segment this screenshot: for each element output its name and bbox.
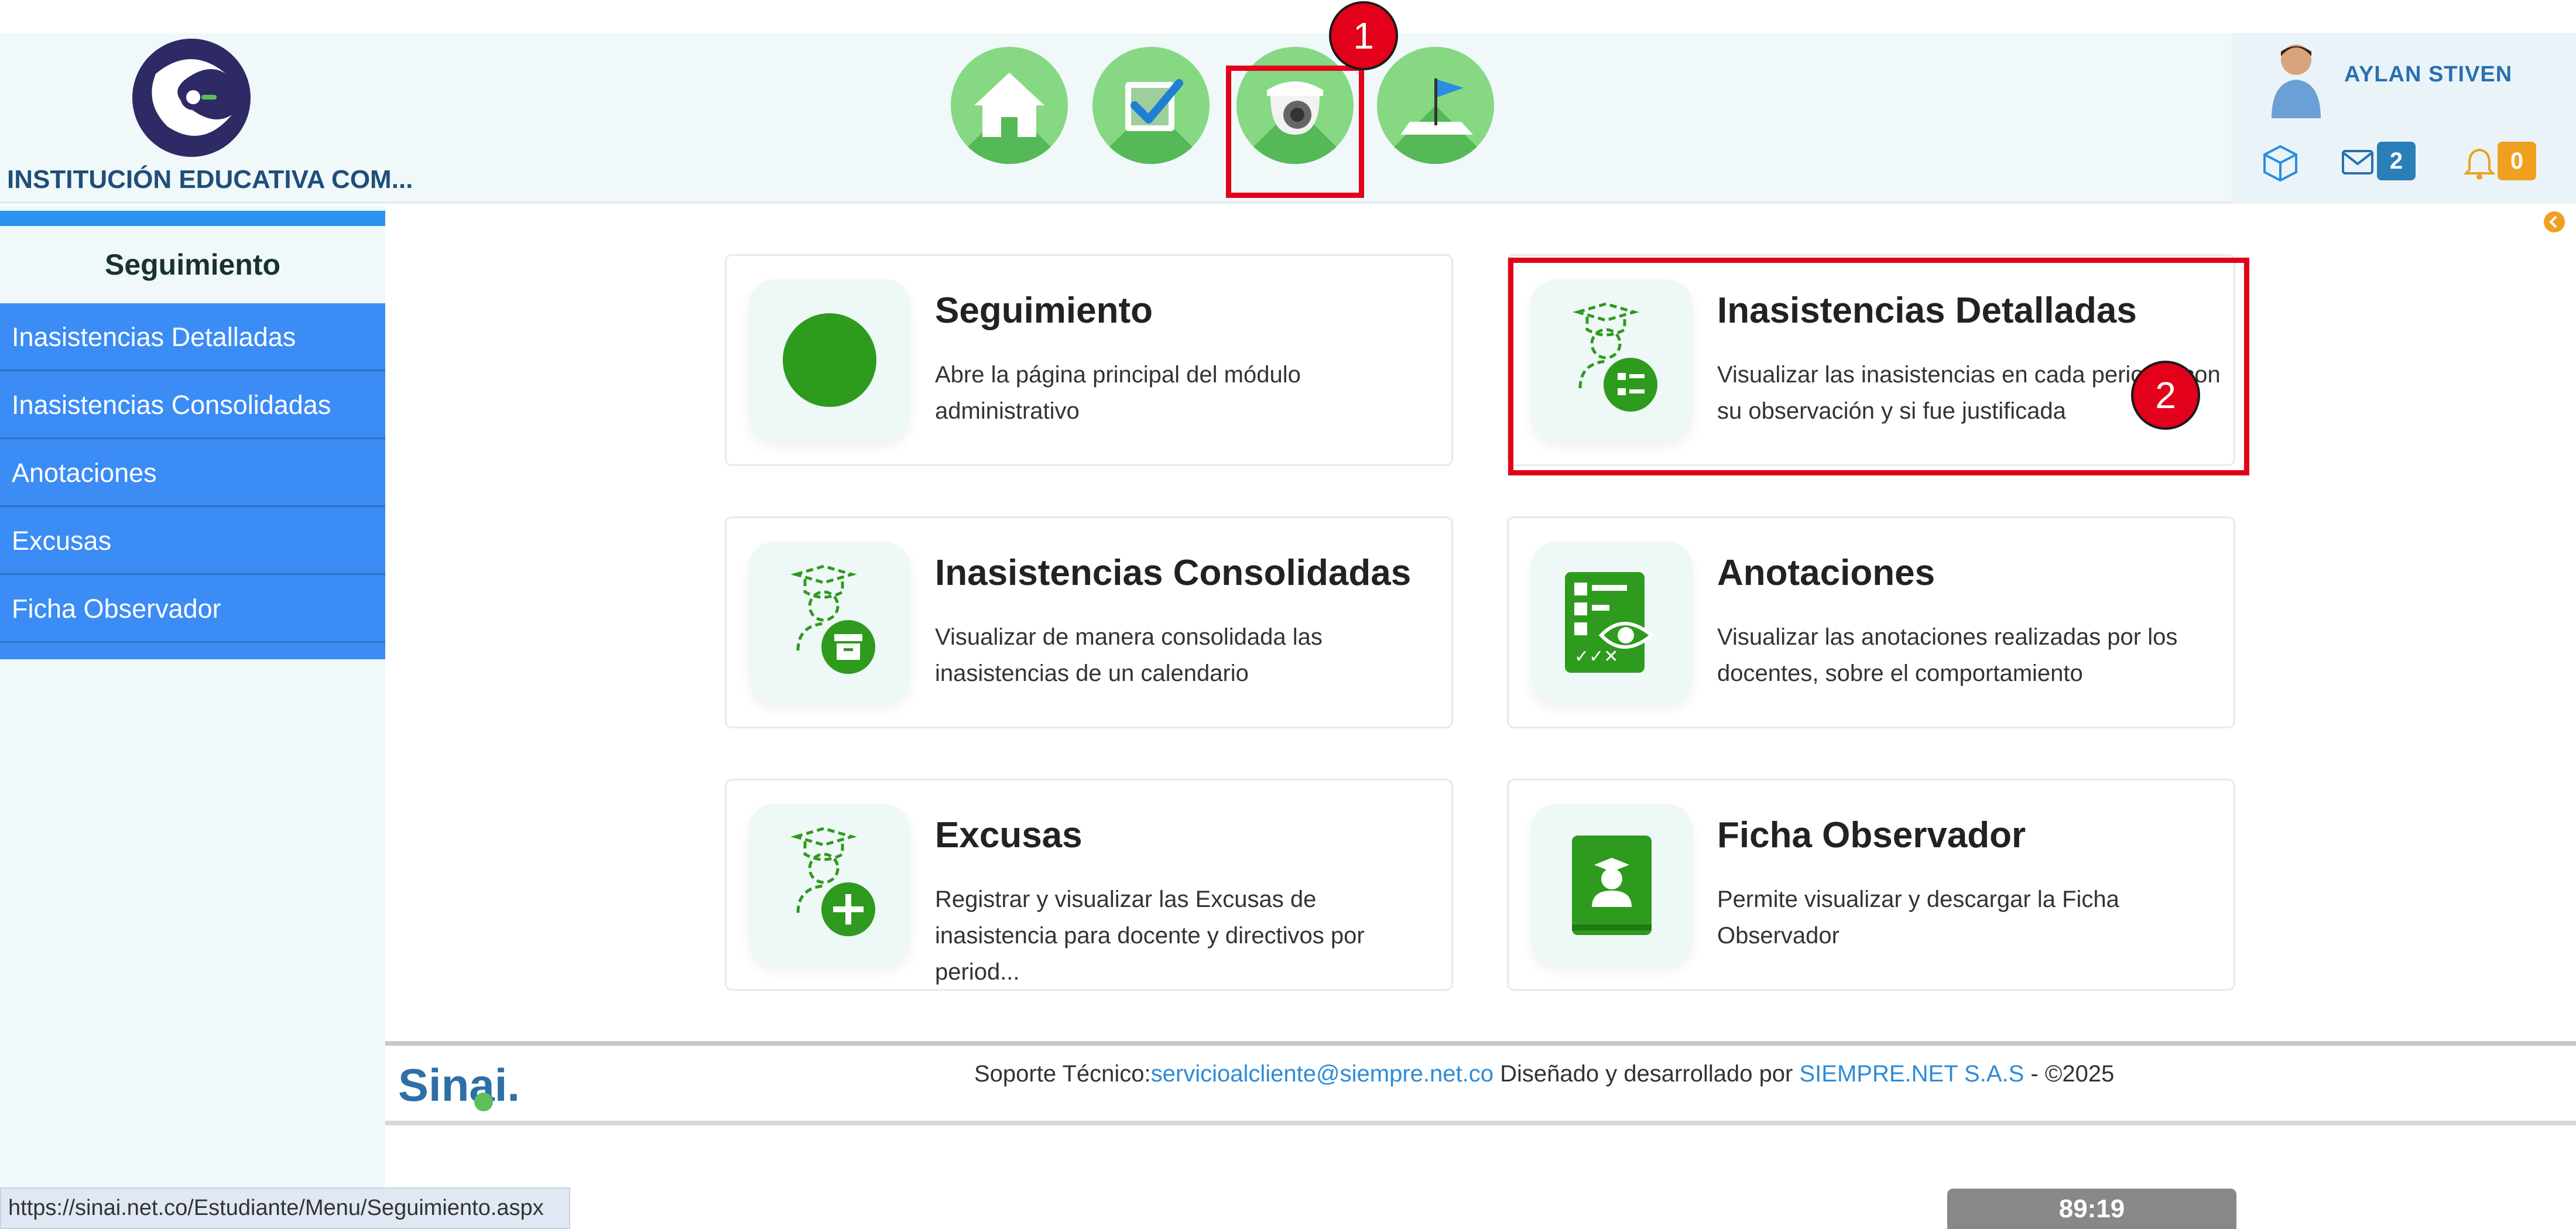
- student-archive-icon: [790, 564, 875, 674]
- status-url: https://sinai.net.co/Estudiante/Menu/Seg…: [0, 1187, 570, 1229]
- avatar[interactable]: [2266, 39, 2327, 118]
- card-anotaciones[interactable]: ✓✓✕ Anotaciones Visualizar las anotacion…: [1507, 516, 2235, 728]
- sidebar-item-anotaciones[interactable]: Anotaciones: [0, 439, 385, 507]
- copyright-text: - ©2025: [2024, 1061, 2115, 1087]
- sidebar-item-inasistencias-detalladas[interactable]: Inasistencias Detalladas: [0, 303, 385, 371]
- card-excusas[interactable]: Excusas Registrar y visualizar las Excus…: [725, 779, 1453, 991]
- notifications-count-badge[interactable]: 0: [2498, 142, 2536, 180]
- designed-by-text: Diseñado y desarrollado por: [1493, 1061, 1800, 1087]
- card-icon-box: ✓✓✕: [1531, 542, 1693, 703]
- sinai-logo[interactable]: Sinai.: [398, 1056, 539, 1121]
- footer: Sinai. Soporte Técnico:servicioalcliente…: [385, 1041, 2576, 1125]
- sidebar: Seguimiento Inasistencias Detalladas Ina…: [0, 206, 385, 1190]
- mail-icon[interactable]: [2341, 148, 2375, 177]
- nav-home-button[interactable]: [951, 47, 1068, 164]
- sidebar-title[interactable]: Seguimiento: [0, 226, 385, 303]
- sidebar-item-excusas[interactable]: Excusas: [0, 507, 385, 575]
- card-description: Visualizar las anotaciones realizadas po…: [1717, 624, 2178, 686]
- sidebar-top-bar: [0, 211, 385, 226]
- session-timer: 89:19: [1947, 1189, 2236, 1229]
- nav-highlight-annotation: [1226, 66, 1364, 198]
- card-seguimiento[interactable]: Seguimiento Abre la página principal del…: [725, 254, 1453, 466]
- card-title: Excusas: [935, 815, 1083, 855]
- step-marker-2: 2: [2131, 361, 2200, 430]
- card-description: Permite visualizar y descargar la Ficha …: [1717, 886, 2119, 949]
- card-description: Visualizar de manera consolidada las ina…: [935, 624, 1323, 686]
- graduate-book-icon: [1572, 836, 1652, 935]
- support-email-link[interactable]: servicioalcliente@siempre.net.co: [1151, 1061, 1493, 1087]
- checkbox-icon: [1125, 79, 1183, 131]
- nav-checkbox-button[interactable]: [1092, 47, 1210, 164]
- svg-text:✓✓✕: ✓✓✕: [1574, 646, 1618, 667]
- flag-icon: [1400, 78, 1473, 135]
- student-add-icon: [790, 827, 875, 936]
- nav-flag-button[interactable]: [1377, 47, 1494, 164]
- user-name[interactable]: AYLAN STIVEN: [2344, 62, 2512, 87]
- user-panel: AYLAN STIVEN 2 0: [2232, 33, 2576, 204]
- school-name: INSTITUCIÓN EDUCATIVA COM...: [7, 165, 413, 194]
- card-description: Abre la página principal del módulo admi…: [935, 362, 1301, 424]
- footer-logo-text: Sinai.: [398, 1059, 520, 1111]
- sidebar-menu: Inasistencias Detalladas Inasistencias C…: [0, 303, 385, 659]
- footer-text: Soporte Técnico:servicioalcliente@siempr…: [974, 1061, 2114, 1087]
- card-title: Seguimiento: [935, 290, 1153, 331]
- sidebar-item-ficha-observador[interactable]: Ficha Observador: [0, 575, 385, 643]
- card-title: Ficha Observador: [1717, 815, 2026, 855]
- card-icon-box: [749, 279, 910, 441]
- card-inasistencias-consolidadas[interactable]: Inasistencias Consolidadas Visualizar de…: [725, 516, 1453, 728]
- card-title: Inasistencias Consolidadas: [935, 553, 1412, 593]
- header: INSTITUCIÓN EDUCATIVA COM... 1 AYLAN STI…: [0, 1, 2576, 204]
- green-circle-icon: [783, 313, 876, 407]
- collapse-chevron-icon[interactable]: [2541, 208, 2568, 235]
- card-ficha-observador[interactable]: Ficha Observador Permite visualizar y de…: [1507, 779, 2235, 991]
- card-description: Registrar y visualizar las Excusas de in…: [935, 886, 1365, 985]
- home-icon: [974, 73, 1044, 137]
- support-label: Soporte Técnico:: [974, 1061, 1151, 1087]
- messages-count-badge[interactable]: 2: [2377, 142, 2416, 180]
- sidebar-item-inasistencias-consolidadas[interactable]: Inasistencias Consolidadas: [0, 371, 385, 439]
- card-icon-box: [1531, 804, 1693, 966]
- card-icon-box: [749, 804, 910, 966]
- card-highlight-annotation: [1508, 258, 2249, 475]
- school-logo[interactable]: [132, 39, 251, 157]
- checklist-eye-icon: ✓✓✕: [1565, 572, 1654, 673]
- bell-icon[interactable]: [2464, 146, 2495, 180]
- card-title: Anotaciones: [1717, 553, 1936, 593]
- company-link[interactable]: SIEMPRE.NET S.A.S: [1800, 1061, 2025, 1087]
- step-marker-1: 1: [1329, 1, 1398, 70]
- card-icon-box: [749, 542, 910, 703]
- cube-icon[interactable]: [2260, 143, 2301, 184]
